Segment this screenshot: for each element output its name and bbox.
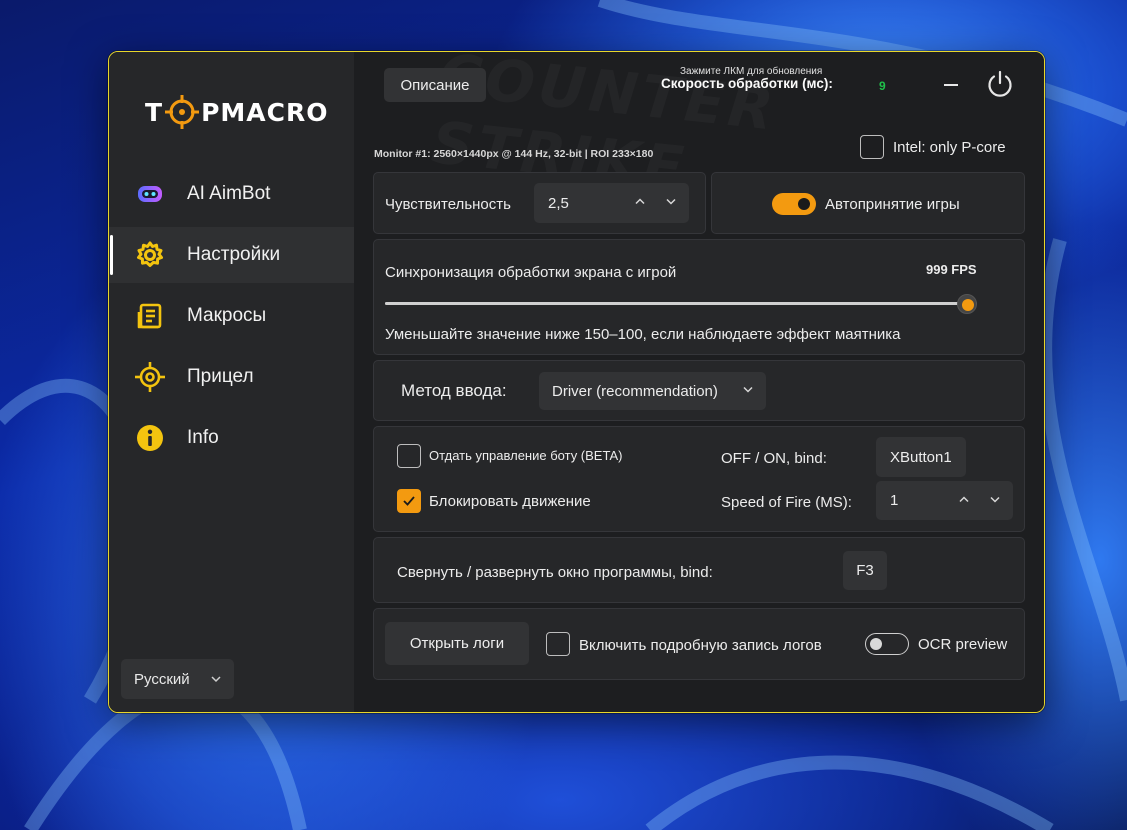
logs-panel: Открыть логи Включить подробную запись л… — [373, 608, 1025, 680]
block-movement-label: Блокировать движение — [429, 493, 591, 510]
sync-slider[interactable] — [385, 294, 977, 314]
block-movement-checkbox[interactable] — [397, 489, 421, 513]
sync-slider-fill — [385, 302, 967, 305]
verbose-logs-checkbox[interactable] — [546, 632, 570, 656]
auto-accept-toggle[interactable] — [772, 193, 816, 215]
crosshair-icon — [135, 362, 165, 392]
power-icon[interactable] — [985, 69, 1015, 99]
monitor-info: Monitor #1: 2560×1440px @ 144 Hz, 32-bit… — [374, 148, 654, 160]
document-icon — [135, 301, 165, 331]
sidebar-item-label: Макросы — [187, 305, 267, 326]
chevron-down-icon[interactable] — [989, 492, 1001, 509]
fire-speed-stepper[interactable]: 1 — [876, 481, 1013, 520]
input-method-panel: Метод ввода: Driver (recommendation) — [373, 360, 1025, 421]
sensitivity-stepper[interactable]: 2,5 — [534, 183, 689, 223]
processing-speed-value: 9 — [879, 79, 886, 93]
sync-hint: Уменьшайте значение ниже 150–100, если н… — [385, 326, 901, 343]
ocr-preview-label: OCR preview — [918, 636, 1008, 653]
sidebar: T PMACRO AI AimBot Настройки Макросы При… — [109, 52, 354, 712]
sidebar-item-crosshair[interactable]: Прицел — [109, 349, 354, 405]
input-method-value: Driver (recommendation) — [552, 382, 718, 400]
window-toggle-panel: Свернуть / развернуть окно программы, bi… — [373, 537, 1025, 603]
give-control-checkbox[interactable] — [397, 444, 421, 468]
window-toggle-bind-input[interactable]: F3 — [843, 551, 887, 590]
toggle-bind-label: OFF / ON, bind: — [721, 450, 827, 467]
sidebar-item-label: AI AimBot — [187, 183, 271, 204]
auto-accept-label: Автопринятие игры — [825, 196, 960, 213]
sync-panel: Синхронизация обработки экрана с игрой 9… — [373, 239, 1025, 355]
auto-accept-panel: Автопринятие игры — [711, 172, 1025, 234]
info-icon — [135, 423, 165, 453]
processing-speed-label[interactable]: Скорость обработки (мс): — [661, 76, 833, 91]
sensitivity-value: 2,5 — [548, 194, 569, 212]
intel-pcore-checkbox[interactable] — [860, 135, 884, 159]
logo-crosshair-icon — [165, 95, 200, 129]
sync-slider-thumb[interactable] — [957, 294, 977, 314]
sidebar-item-macros[interactable]: Макросы — [109, 288, 354, 344]
chevron-down-icon — [742, 383, 754, 400]
description-button[interactable]: Описание — [384, 68, 486, 102]
logo-text-right: PMACRO — [201, 97, 329, 127]
language-select[interactable]: Русский — [121, 659, 234, 699]
ocr-preview-toggle[interactable] — [865, 633, 909, 655]
sync-label: Синхронизация обработки экрана с игрой — [385, 264, 677, 281]
sync-fps-value: 999 FPS — [926, 262, 977, 277]
robot-icon — [135, 179, 165, 209]
minimize-button[interactable] — [944, 84, 958, 86]
open-logs-button[interactable]: Открыть логи — [385, 622, 529, 665]
sidebar-item-ai-aimbot[interactable]: AI AimBot — [109, 166, 354, 222]
sidebar-item-label: Info — [187, 427, 219, 448]
sensitivity-label: Чувствительность — [385, 196, 511, 213]
settings-content: COUNTER STRIKE Описание Зажмите ЛКМ для … — [354, 52, 1044, 712]
toggle-bind-value: XButton1 — [890, 448, 952, 466]
window-toggle-bind-value: F3 — [856, 562, 874, 579]
window-toggle-label: Свернуть / развернуть окно программы, bi… — [397, 564, 713, 581]
sidebar-item-info[interactable]: Info — [109, 410, 354, 466]
bot-control-panel: Отдать управление боту (BETA) Блокироват… — [373, 426, 1025, 532]
gear-icon — [135, 240, 165, 270]
input-method-select[interactable]: Driver (recommendation) — [539, 372, 766, 410]
chevron-down-icon — [210, 672, 222, 689]
open-logs-label: Открыть логи — [409, 635, 505, 652]
fire-speed-value: 1 — [890, 492, 899, 509]
chevron-up-icon[interactable] — [958, 492, 970, 509]
language-value: Русский — [134, 670, 190, 688]
input-method-label: Метод ввода: — [401, 381, 507, 400]
verbose-logs-label: Включить подробную запись логов — [579, 637, 822, 654]
toggle-bind-input[interactable]: XButton1 — [876, 437, 966, 477]
fire-speed-label: Speed of Fire (MS): — [721, 494, 852, 511]
description-button-label: Описание — [400, 76, 470, 94]
chevron-up-icon[interactable] — [634, 195, 646, 212]
sidebar-item-settings[interactable]: Настройки — [109, 227, 354, 283]
chevron-down-icon[interactable] — [665, 195, 677, 212]
intel-pcore-label: Intel: only P-core — [893, 139, 1006, 156]
logo-text-left: T — [145, 97, 164, 127]
app-logo: T PMACRO — [145, 92, 329, 132]
sensitivity-panel: Чувствительность 2,5 — [373, 172, 706, 234]
sidebar-item-label: Прицел — [187, 366, 254, 387]
app-window: T PMACRO AI AimBot Настройки Макросы При… — [108, 51, 1045, 713]
give-control-label: Отдать управление боту (BETA) — [429, 448, 623, 463]
sidebar-item-label: Настройки — [187, 244, 281, 265]
